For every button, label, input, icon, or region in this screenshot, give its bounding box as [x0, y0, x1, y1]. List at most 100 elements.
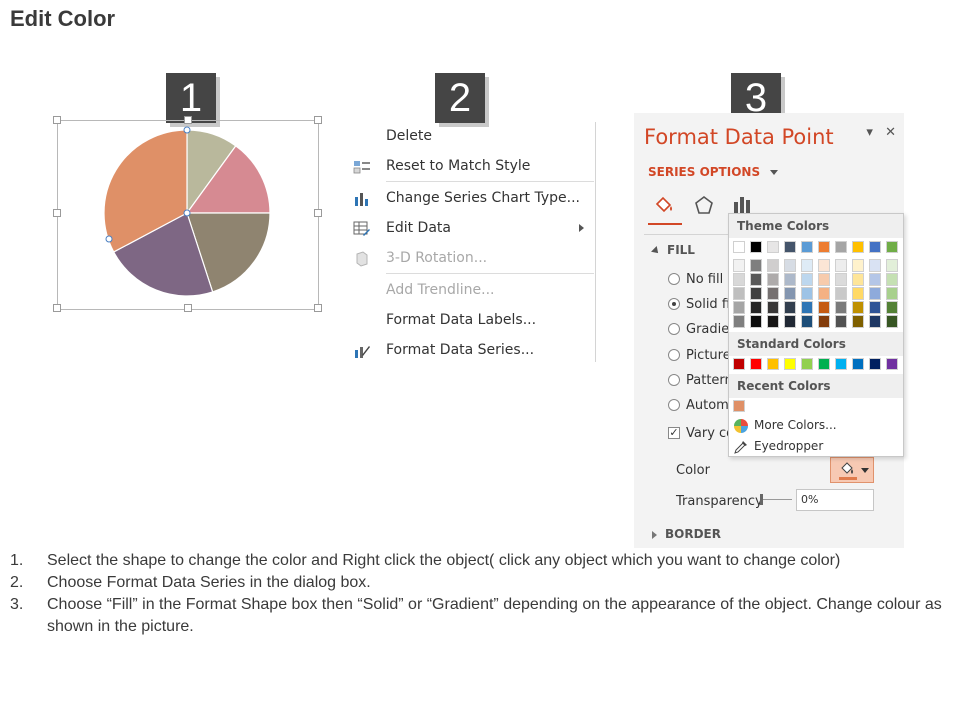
theme-shade-swatch[interactable]	[886, 315, 898, 328]
radio-button[interactable]	[668, 272, 680, 285]
theme-shade-swatch[interactable]	[852, 315, 864, 328]
transparency-input[interactable]: 0%	[796, 489, 874, 511]
standard-color-swatch[interactable]	[801, 358, 813, 370]
fill-color-button[interactable]	[830, 457, 874, 483]
standard-color-swatch[interactable]	[818, 358, 830, 370]
resize-handle-top-left[interactable]	[53, 116, 61, 124]
resize-handle-top-right[interactable]	[314, 116, 322, 124]
resize-handle-bottom-left[interactable]	[53, 304, 61, 312]
theme-color-swatch[interactable]	[886, 241, 898, 253]
theme-color-swatch[interactable]	[835, 241, 847, 253]
theme-shade-swatch[interactable]	[733, 301, 745, 314]
checkbox-vary-colors[interactable]: ✓ Vary co	[668, 425, 734, 443]
recent-color-swatch[interactable]	[733, 400, 745, 412]
menu-item-format-data-labels[interactable]: Format Data Labels...	[350, 306, 596, 334]
slice-selection-handle[interactable]	[183, 126, 191, 134]
menu-item-change-chart-type[interactable]: Change Series Chart Type...	[350, 184, 596, 212]
resize-handle-left[interactable]	[53, 209, 61, 217]
radio-solid-fill[interactable]: Solid fi	[668, 296, 730, 314]
border-section-header[interactable]: BORDER	[652, 527, 721, 541]
theme-shade-swatch[interactable]	[767, 315, 779, 328]
theme-shade-swatch[interactable]	[750, 273, 762, 286]
theme-shade-swatch[interactable]	[869, 259, 881, 272]
theme-shade-swatch[interactable]	[852, 273, 864, 286]
transparency-slider-thumb[interactable]	[760, 494, 763, 505]
checkbox[interactable]: ✓	[668, 426, 680, 439]
slice-selection-handle[interactable]	[183, 209, 191, 217]
menu-item-format-data-series[interactable]: Format Data Series...	[350, 336, 596, 364]
theme-color-swatch[interactable]	[733, 241, 745, 253]
transparency-slider-track[interactable]	[762, 499, 792, 500]
theme-shade-swatch[interactable]	[852, 259, 864, 272]
radio-button[interactable]	[668, 373, 680, 386]
theme-shade-swatch[interactable]	[750, 315, 762, 328]
theme-shade-swatch[interactable]	[835, 287, 847, 300]
theme-color-swatch[interactable]	[801, 241, 813, 253]
theme-shade-swatch[interactable]	[733, 287, 745, 300]
menu-item-3d-rotation[interactable]: 3-D Rotation...	[350, 244, 596, 272]
radio-button[interactable]	[668, 348, 680, 361]
resize-handle-bottom-right[interactable]	[314, 304, 322, 312]
theme-shade-swatch[interactable]	[886, 273, 898, 286]
eyedropper-link[interactable]: Eyedropper	[733, 437, 823, 455]
menu-item-delete[interactable]: Delete	[350, 122, 596, 150]
theme-shade-swatch[interactable]	[784, 287, 796, 300]
standard-color-swatch[interactable]	[869, 358, 881, 370]
theme-shade-swatch[interactable]	[886, 287, 898, 300]
menu-item-reset-style[interactable]: Reset to Match Style	[350, 152, 596, 180]
theme-shade-swatch[interactable]	[852, 301, 864, 314]
theme-shade-swatch[interactable]	[869, 273, 881, 286]
radio-automatic-fill[interactable]: Automa	[668, 397, 737, 415]
theme-shade-swatch[interactable]	[767, 273, 779, 286]
theme-shade-swatch[interactable]	[818, 287, 830, 300]
menu-item-add-trendline[interactable]: Add Trendline...	[350, 276, 596, 304]
theme-shade-swatch[interactable]	[835, 301, 847, 314]
pane-options-caret-icon[interactable]: ▾	[866, 125, 873, 140]
theme-shade-swatch[interactable]	[835, 259, 847, 272]
theme-color-swatch[interactable]	[767, 241, 779, 253]
theme-shade-swatch[interactable]	[784, 301, 796, 314]
radio-pattern-fill[interactable]: Pattern	[668, 372, 733, 390]
standard-color-swatch[interactable]	[733, 358, 745, 370]
standard-color-swatch[interactable]	[886, 358, 898, 370]
theme-color-swatch[interactable]	[818, 241, 830, 253]
theme-shade-swatch[interactable]	[835, 273, 847, 286]
radio-no-fill[interactable]: No fill	[668, 271, 723, 289]
theme-shade-swatch[interactable]	[750, 259, 762, 272]
resize-handle-right[interactable]	[314, 209, 322, 217]
standard-color-swatch[interactable]	[767, 358, 779, 370]
resize-handle-bottom[interactable]	[184, 304, 192, 312]
theme-shade-swatch[interactable]	[801, 259, 813, 272]
theme-color-swatch[interactable]	[784, 241, 796, 253]
theme-color-swatch[interactable]	[750, 241, 762, 253]
theme-shade-swatch[interactable]	[767, 259, 779, 272]
theme-shade-swatch[interactable]	[869, 315, 881, 328]
theme-shade-swatch[interactable]	[818, 301, 830, 314]
theme-shade-swatch[interactable]	[767, 301, 779, 314]
theme-shade-swatch[interactable]	[869, 301, 881, 314]
theme-shade-swatch[interactable]	[784, 259, 796, 272]
theme-shade-swatch[interactable]	[733, 259, 745, 272]
more-colors-link[interactable]: More Colors...	[733, 416, 837, 434]
series-options-dropdown[interactable]: SERIES OPTIONS	[648, 165, 779, 179]
theme-shade-swatch[interactable]	[801, 315, 813, 328]
fill-section-header[interactable]: FILL	[651, 243, 695, 257]
theme-shade-swatch[interactable]	[750, 287, 762, 300]
theme-shade-swatch[interactable]	[852, 287, 864, 300]
theme-shade-swatch[interactable]	[886, 301, 898, 314]
theme-shade-swatch[interactable]	[767, 287, 779, 300]
theme-shade-swatch[interactable]	[750, 301, 762, 314]
theme-shade-swatch[interactable]	[818, 259, 830, 272]
theme-shade-swatch[interactable]	[886, 259, 898, 272]
radio-button[interactable]	[668, 398, 680, 411]
radio-button-selected[interactable]	[668, 297, 680, 310]
close-icon[interactable]: ✕	[885, 125, 896, 140]
theme-shade-swatch[interactable]	[733, 315, 745, 328]
theme-color-swatch[interactable]	[869, 241, 881, 253]
resize-handle-top[interactable]	[184, 116, 192, 124]
theme-shade-swatch[interactable]	[784, 315, 796, 328]
standard-color-swatch[interactable]	[852, 358, 864, 370]
theme-shade-swatch[interactable]	[818, 273, 830, 286]
theme-shade-swatch[interactable]	[784, 273, 796, 286]
theme-color-swatch[interactable]	[852, 241, 864, 253]
